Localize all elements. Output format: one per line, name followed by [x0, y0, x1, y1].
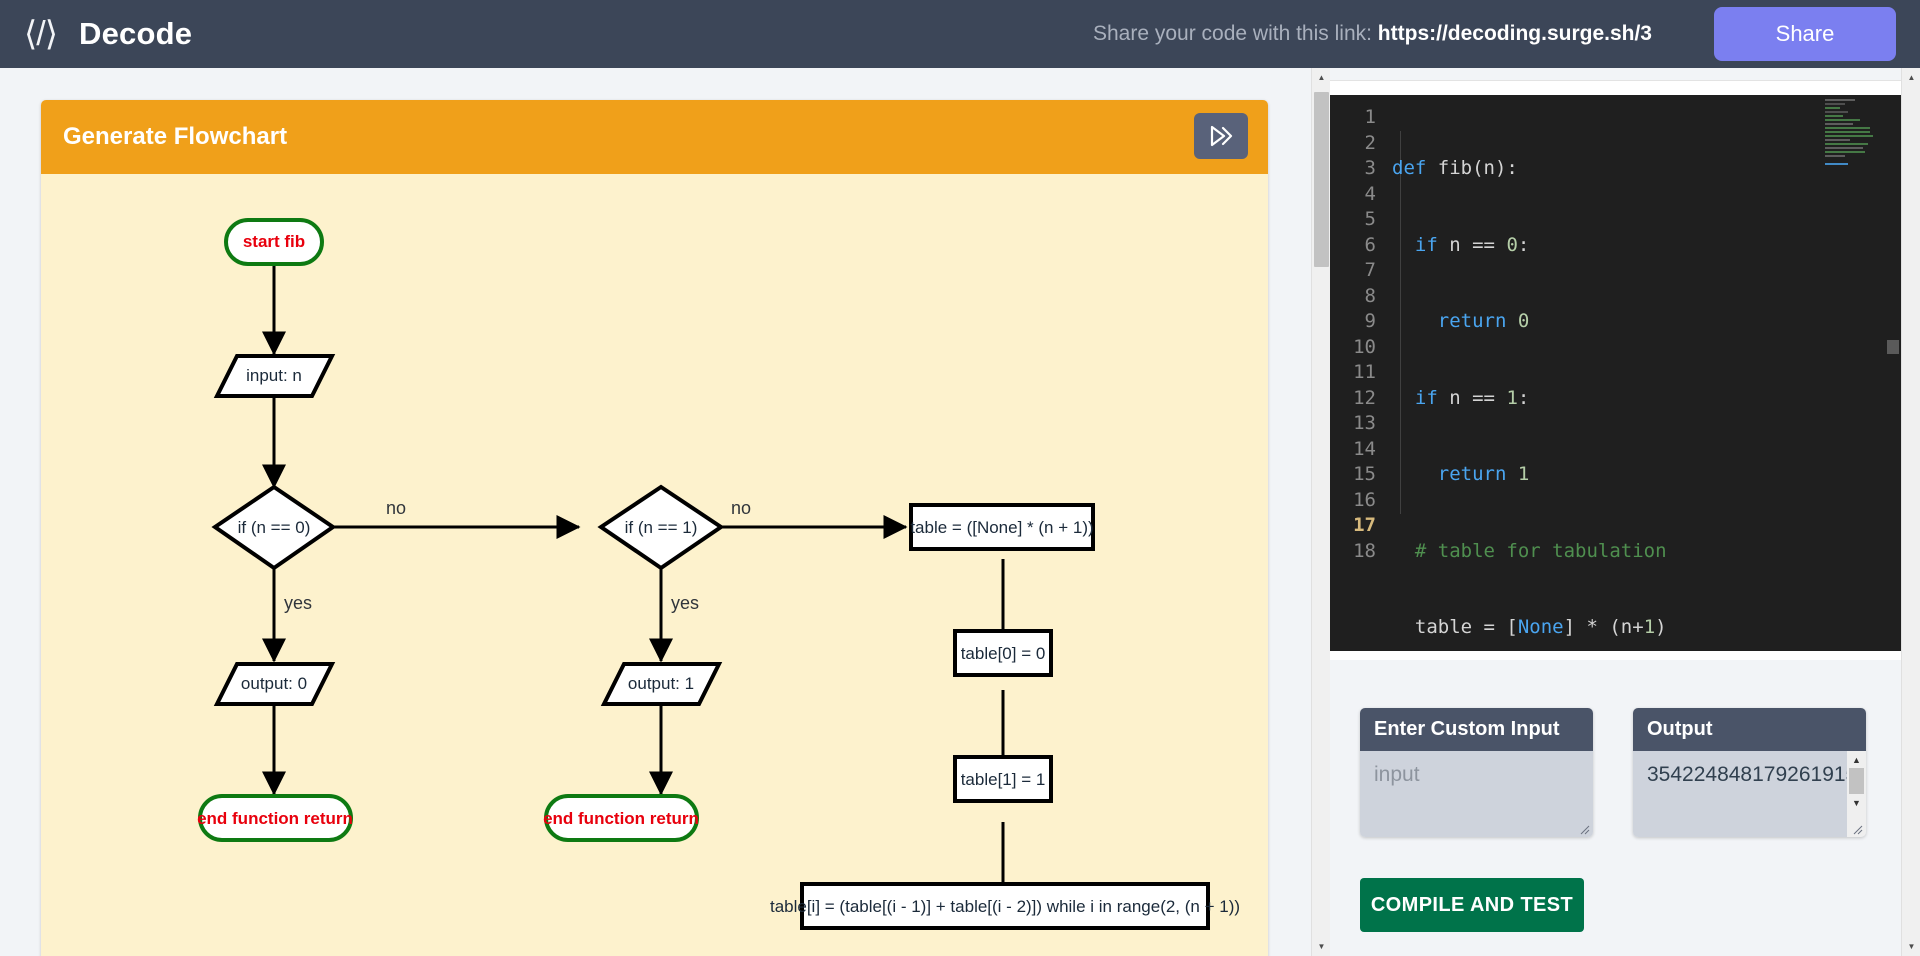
flowchart-svg: start fib input: n if (n == 0) if (n == … — [197, 218, 1240, 930]
flow-node-end-0[interactable]: end function return — [197, 794, 353, 842]
line-number: 3 — [1364, 157, 1376, 179]
line-number: 6 — [1364, 233, 1376, 256]
share-url[interactable]: https://decoding.surge.sh/3 — [1378, 22, 1652, 45]
code-line: if n == 0: — [1414, 233, 1530, 256]
output-value: 354224848179261915075 — [1647, 763, 1866, 786]
flow-node-table-init-label: table = ([None] * (n + 1)) — [910, 518, 1093, 537]
flow-node-output-1[interactable]: output: 1 — [600, 662, 723, 706]
flowchart-header: Generate Flowchart — [41, 100, 1268, 174]
flow-node-table-init[interactable]: table = ([None] * (n + 1)) — [909, 503, 1095, 551]
flow-node-input-label: input: n — [246, 366, 302, 385]
scroll-up-arrow-icon[interactable]: ▲ — [1847, 751, 1866, 768]
flow-node-table0-label: table[0] = 0 — [961, 644, 1046, 663]
code-content[interactable]: def fib(n): if n == 0: return 0 if n == … — [1392, 105, 1901, 651]
flow-node-output-0[interactable]: output: 0 — [213, 662, 336, 706]
editor-gutter: 1 2 3 4 5 6 7 8 9 10 11 12 13 14 15 16 1 — [1330, 105, 1386, 564]
line-number: 12 — [1353, 386, 1376, 409]
custom-input-title: Enter Custom Input — [1360, 708, 1593, 751]
output-card: Output 354224848179261915075 ▲ ▼ — [1633, 708, 1866, 837]
line-number: 14 — [1353, 437, 1376, 460]
flow-node-end-1-label: end function return — [543, 809, 699, 828]
flow-node-end-0-label: end function return — [197, 809, 353, 828]
play-forward-icon[interactable] — [1194, 113, 1248, 159]
play-forward-glyph — [1210, 125, 1233, 147]
flow-node-start-label: start fib — [243, 232, 305, 251]
app-header: ⟨/⟩ Decode Share your code with this lin… — [0, 0, 1920, 68]
console-row: Enter Custom Input input Output 35422484… — [1330, 708, 1866, 837]
line-number: 10 — [1353, 335, 1376, 358]
flowchart-canvas[interactable]: start fib input: n if (n == 0) if (n == … — [41, 174, 1268, 956]
flow-node-table1-label: table[1] = 1 — [961, 770, 1046, 789]
line-number: 5 — [1364, 208, 1376, 230]
line-number: 7 — [1364, 259, 1376, 281]
custom-input-card: Enter Custom Input input — [1360, 708, 1593, 837]
flow-node-input[interactable]: input: n — [213, 354, 336, 398]
flow-node-start[interactable]: start fib — [224, 218, 324, 266]
header-right: Share your code with this link: https://… — [1093, 7, 1896, 61]
flow-node-table0[interactable]: table[0] = 0 — [953, 629, 1053, 677]
line-number: 2 — [1364, 131, 1376, 154]
code-editor-panel: 1 2 3 4 5 6 7 8 9 10 11 12 13 14 15 16 1 — [1330, 80, 1901, 660]
edge-label-yes-1: yes — [671, 593, 699, 613]
line-number: 8 — [1364, 284, 1376, 307]
code-line: if n == 1: — [1414, 386, 1530, 409]
line-number: 13 — [1353, 412, 1376, 434]
code-line: table = [None] * (n+1) — [1392, 616, 1667, 638]
editor-scrollbar-thumb[interactable] — [1887, 340, 1899, 354]
right-pane-scrollbar[interactable]: ▲ ▼ — [1901, 68, 1920, 956]
main-area: Generate Flowchart start fib input: n if… — [0, 68, 1920, 956]
edge-label-no-1: no — [731, 498, 751, 518]
flow-node-table1[interactable]: table[1] = 1 — [953, 755, 1053, 803]
scrollbar-thumb[interactable] — [1314, 92, 1329, 267]
code-line: def fib(n): — [1392, 157, 1518, 179]
page-title: Decode — [78, 16, 193, 51]
compile-and-test-button[interactable]: COMPILE AND TEST — [1360, 878, 1584, 932]
flow-node-decision-1[interactable]: if (n == 1) — [597, 484, 725, 571]
flow-node-loop-label: table[i] = (table[(i - 1)] + table[(i - … — [770, 897, 1240, 916]
editor-minimap[interactable] — [1825, 99, 1875, 165]
output-title: Output — [1633, 708, 1866, 751]
flow-node-end-1[interactable]: end function return — [543, 794, 699, 842]
resize-grip-icon[interactable] — [1578, 823, 1590, 835]
edge-label-no-0: no — [386, 498, 406, 518]
flow-node-decision-0[interactable]: if (n == 0) — [211, 484, 337, 571]
brand: ⟨/⟩ Decode — [24, 16, 192, 52]
scroll-up-arrow-icon[interactable]: ▲ — [1312, 68, 1330, 87]
flow-node-output-1-label: output: 1 — [628, 674, 694, 693]
resize-grip-icon[interactable] — [1851, 823, 1863, 835]
code-bracket-icon: ⟨/⟩ — [24, 15, 58, 53]
flow-node-output-0-label: output: 0 — [241, 674, 307, 693]
line-number: 15 — [1353, 463, 1376, 485]
flowchart-scrollbar[interactable]: ▲ ▼ — [1311, 68, 1330, 956]
share-button[interactable]: Share — [1714, 7, 1896, 61]
flow-node-decision-1-label: if (n == 1) — [625, 518, 698, 537]
line-number-active: 17 — [1353, 514, 1376, 536]
share-prefix-label: Share your code with this link: — [1092, 22, 1372, 45]
custom-input-field[interactable]: input — [1360, 751, 1593, 837]
line-number: 18 — [1353, 539, 1376, 562]
code-line: return 1 — [1437, 463, 1530, 485]
flow-node-decision-0-label: if (n == 0) — [238, 518, 311, 537]
flowchart-pane: Generate Flowchart start fib input: n if… — [0, 68, 1330, 956]
flowchart-edges — [262, 264, 1015, 918]
flowchart-card: Generate Flowchart start fib input: n if… — [41, 100, 1268, 956]
scroll-down-arrow-icon[interactable]: ▼ — [1847, 794, 1866, 811]
code-editor[interactable]: 1 2 3 4 5 6 7 8 9 10 11 12 13 14 15 16 1 — [1330, 95, 1901, 651]
scroll-down-arrow-icon[interactable]: ▼ — [1902, 937, 1920, 956]
line-number: 11 — [1353, 361, 1376, 383]
scroll-down-arrow-icon[interactable]: ▼ — [1312, 937, 1330, 956]
edge-label-yes-0: yes — [284, 593, 312, 613]
flow-node-loop[interactable]: table[i] = (table[(i - 1)] + table[(i - … — [770, 882, 1240, 930]
line-number: 16 — [1353, 488, 1376, 511]
output-field[interactable]: 354224848179261915075 ▲ ▼ — [1633, 751, 1866, 837]
code-line: # table for tabulation — [1414, 539, 1667, 562]
right-pane: 1 2 3 4 5 6 7 8 9 10 11 12 13 14 15 16 1 — [1330, 68, 1920, 956]
line-number: 4 — [1364, 182, 1376, 205]
line-number: 9 — [1364, 310, 1376, 332]
share-link-text: Share your code with this link: https://… — [1093, 22, 1652, 46]
scroll-up-arrow-icon[interactable]: ▲ — [1902, 68, 1920, 87]
code-line: return 0 — [1437, 310, 1530, 332]
line-number: 1 — [1364, 106, 1376, 128]
flowchart-title: Generate Flowchart — [63, 123, 288, 150]
